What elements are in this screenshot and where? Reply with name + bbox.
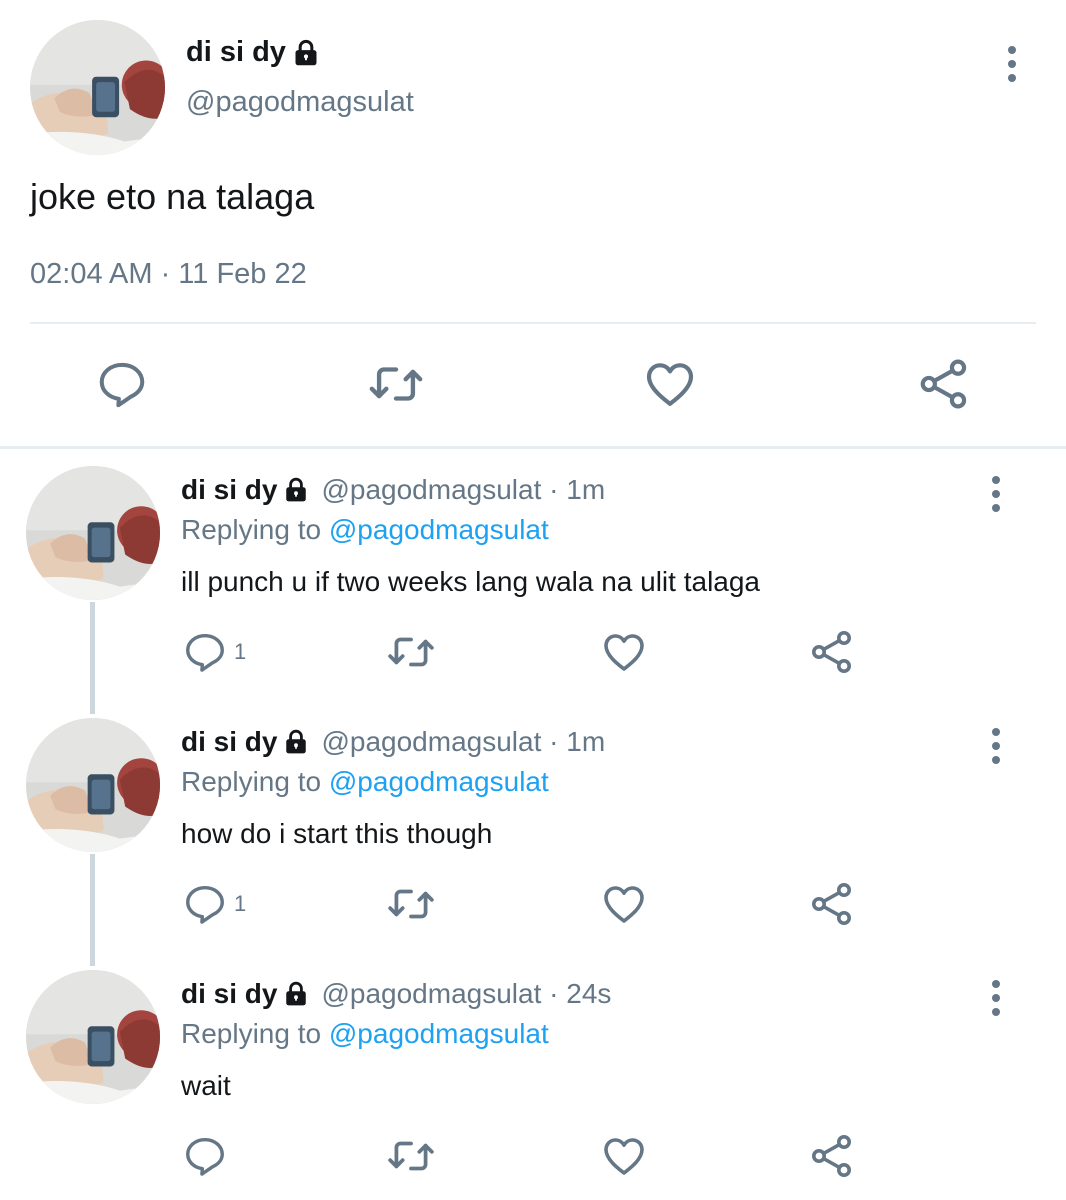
section-divider bbox=[0, 446, 1066, 449]
like-icon bbox=[600, 628, 648, 676]
reply-button[interactable]: 1 bbox=[182, 880, 246, 928]
handle-time[interactable]: @pagodmagsulat · 24s bbox=[321, 978, 611, 1010]
display-name-text[interactable]: di si dy bbox=[181, 474, 277, 506]
tweet-text: joke eto na talaga bbox=[30, 176, 315, 217]
reply-tweet[interactable]: di si dy @pagodmagsulat · 1m Replying to… bbox=[0, 704, 1066, 966]
like-button[interactable] bbox=[600, 628, 648, 676]
reply-header: di si dy @pagodmagsulat · 1m bbox=[181, 474, 605, 506]
like-icon bbox=[642, 356, 698, 412]
reply-icon bbox=[95, 357, 149, 411]
display-name[interactable]: di si dy bbox=[181, 978, 309, 1010]
more-options-icon[interactable] bbox=[983, 474, 1009, 514]
mention-link[interactable]: @pagodmagsulat bbox=[329, 514, 549, 545]
handle-time[interactable]: @pagodmagsulat · 1m bbox=[321, 474, 605, 506]
main-tweet: di si dy @pagodmagsulat joke eto na tala… bbox=[0, 0, 1066, 448]
replying-to-label: Replying to bbox=[181, 1018, 322, 1049]
share-button[interactable] bbox=[808, 1132, 856, 1180]
like-button[interactable] bbox=[600, 880, 648, 928]
reply-count: 1 bbox=[234, 891, 247, 916]
share-button[interactable] bbox=[808, 628, 856, 676]
more-options-icon[interactable] bbox=[983, 978, 1009, 1018]
like-icon bbox=[600, 880, 648, 928]
reply-count: 1 bbox=[234, 639, 247, 664]
avatar[interactable] bbox=[30, 20, 165, 155]
replying-to-label: Replying to bbox=[181, 514, 322, 545]
reply-button[interactable]: 1 bbox=[182, 628, 246, 676]
divider bbox=[30, 322, 1036, 324]
lock-icon bbox=[283, 981, 309, 1007]
reply-tweet[interactable]: di si dy @pagodmagsulat · 1m Replying to… bbox=[0, 452, 1066, 714]
more-options-icon[interactable] bbox=[983, 726, 1009, 766]
thread-line bbox=[90, 602, 95, 714]
share-button[interactable] bbox=[808, 880, 856, 928]
mention-link[interactable]: @pagodmagsulat bbox=[329, 766, 549, 797]
tweet-timestamp[interactable]: 02:04 AM · 11 Feb 22 bbox=[30, 258, 307, 291]
share-icon bbox=[808, 880, 856, 928]
lock-icon bbox=[283, 477, 309, 503]
replying-to: Replying to @pagodmagsulat bbox=[181, 766, 549, 798]
replying-to: Replying to @pagodmagsulat bbox=[181, 1018, 549, 1050]
lock-icon bbox=[283, 729, 309, 755]
retweet-icon bbox=[367, 355, 425, 413]
like-button[interactable] bbox=[642, 356, 698, 412]
retweet-icon bbox=[386, 627, 436, 677]
like-button[interactable] bbox=[600, 1132, 648, 1180]
avatar[interactable] bbox=[26, 718, 160, 852]
retweet-button[interactable] bbox=[386, 628, 436, 676]
thread-line bbox=[90, 854, 95, 966]
user-handle[interactable]: @pagodmagsulat bbox=[186, 86, 414, 119]
share-button[interactable] bbox=[916, 356, 972, 412]
reply-icon bbox=[182, 629, 228, 675]
reply-text: ill punch u if two weeks lang wala na ul… bbox=[181, 566, 761, 597]
reply-tweet[interactable]: di si dy @pagodmagsulat · 24s Replying t… bbox=[0, 956, 1066, 1200]
retweet-button[interactable] bbox=[386, 1132, 436, 1180]
replying-to: Replying to @pagodmagsulat bbox=[181, 514, 549, 546]
share-icon bbox=[916, 356, 972, 412]
avatar[interactable] bbox=[26, 970, 160, 1104]
handle-time[interactable]: @pagodmagsulat · 1m bbox=[321, 726, 605, 758]
replying-to-label: Replying to bbox=[181, 766, 322, 797]
retweet-icon bbox=[386, 879, 436, 929]
retweet-button[interactable] bbox=[368, 356, 424, 412]
display-name-text[interactable]: di si dy bbox=[186, 36, 286, 69]
display-name[interactable]: di si dy bbox=[181, 726, 309, 758]
share-icon bbox=[808, 628, 856, 676]
retweet-icon bbox=[386, 1131, 436, 1181]
reply-header: di si dy @pagodmagsulat · 1m bbox=[181, 726, 605, 758]
reply-icon bbox=[182, 881, 228, 927]
like-icon bbox=[600, 1132, 648, 1180]
reply-button[interactable] bbox=[182, 1132, 234, 1180]
display-name[interactable]: di si dy bbox=[181, 474, 309, 506]
reply-text: wait bbox=[181, 1070, 231, 1101]
reply-button[interactable] bbox=[94, 356, 150, 412]
display-name-text[interactable]: di si dy bbox=[181, 978, 277, 1010]
more-options-icon[interactable] bbox=[998, 44, 1026, 84]
reply-icon bbox=[182, 1133, 228, 1179]
retweet-button[interactable] bbox=[386, 880, 436, 928]
reply-text: how do i start this though bbox=[181, 818, 493, 849]
share-icon bbox=[808, 1132, 856, 1180]
display-name-text[interactable]: di si dy bbox=[181, 726, 277, 758]
avatar[interactable] bbox=[26, 466, 160, 600]
mention-link[interactable]: @pagodmagsulat bbox=[329, 1018, 549, 1049]
display-name[interactable]: di si dy bbox=[186, 36, 320, 69]
reply-header: di si dy @pagodmagsulat · 24s bbox=[181, 978, 611, 1010]
lock-icon bbox=[292, 39, 320, 67]
